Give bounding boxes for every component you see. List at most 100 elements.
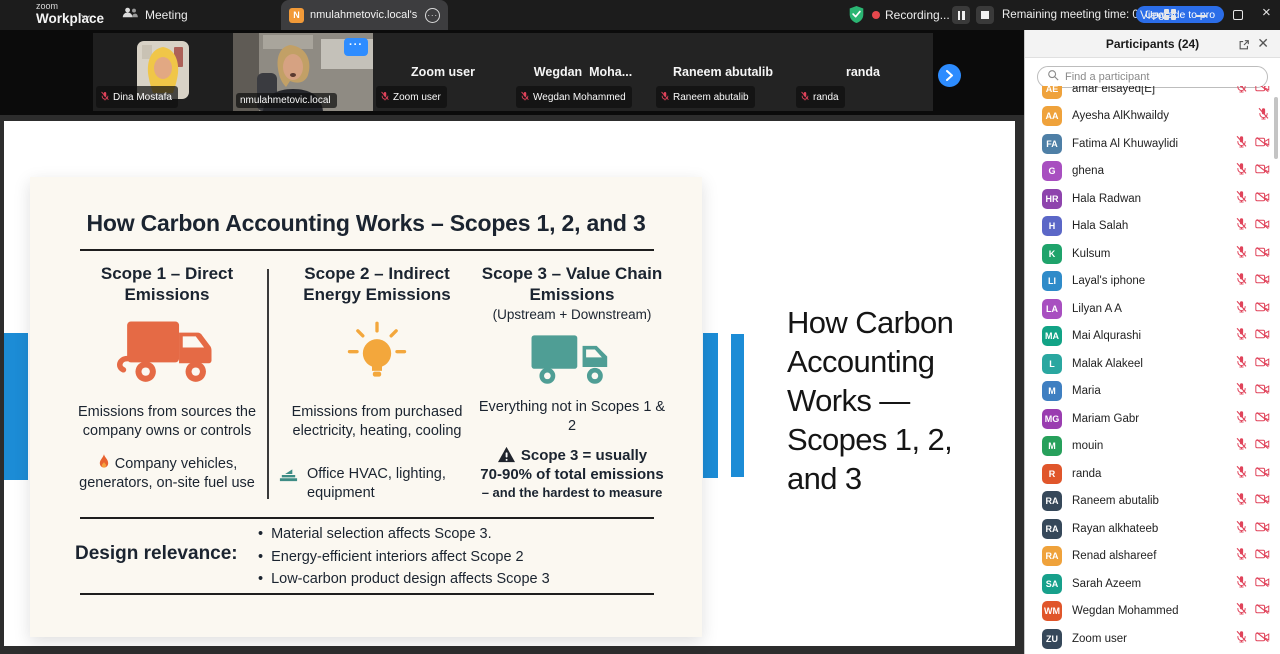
video-strip: Dina Mostafa ··· nmulahmetovic.local Zoo… [0, 30, 1024, 115]
slide-accent-bar [4, 333, 28, 480]
scrollbar-thumb[interactable] [1274, 97, 1278, 159]
participant-row[interactable]: R randa [1025, 460, 1280, 488]
video-off-icon [1255, 520, 1270, 538]
participant-status-icons [1226, 355, 1270, 373]
participants-panel: Participants (24) ✕ Find a participant A… [1024, 30, 1280, 654]
avatar: H [1042, 216, 1062, 236]
participant-name: Fatima Al Khuwaylidi [1072, 138, 1226, 150]
participant-name: Zoom user [1072, 633, 1226, 645]
scope1-bullet: Company vehicles, generators, on-site fu… [68, 453, 266, 493]
participant-name: Wegdan Mohammed [533, 92, 626, 103]
more-options-icon[interactable]: ··· [425, 8, 440, 23]
participant-row[interactable]: WM Wegdan Mohammed [1025, 598, 1280, 626]
participant-search-input[interactable]: Find a participant [1037, 66, 1268, 88]
zoom-workplace-logo: zoom Workplace [36, 2, 104, 26]
avatar: FA [1042, 134, 1062, 154]
mic-muted-icon [1235, 135, 1248, 153]
participant-name: Renad alshareef [1072, 550, 1226, 562]
avatar: M [1042, 381, 1062, 401]
people-icon [122, 6, 138, 24]
participant-row[interactable]: RA Rayan alkhateeb [1025, 515, 1280, 543]
participant-row[interactable]: LA Lilyan A A [1025, 295, 1280, 323]
share-initial-badge: N [289, 8, 304, 23]
design-bullet: Low-carbon product design affects Scope … [258, 568, 550, 591]
truck-icon [116, 311, 218, 397]
video-off-icon [1255, 245, 1270, 263]
participant-name: Sarah Azeem [1072, 578, 1226, 590]
video-tile-zoom-user[interactable]: Zoom user Zoom user [373, 33, 513, 111]
participant-row[interactable]: ZU Zoom user [1025, 625, 1280, 653]
close-window-button[interactable]: × [1262, 4, 1271, 21]
participant-status-icons [1226, 547, 1270, 565]
avatar: SA [1042, 574, 1062, 594]
participant-name: Layal's iphone [1072, 275, 1226, 287]
video-off-icon [1255, 382, 1270, 400]
tile-options-button[interactable]: ··· [344, 38, 368, 56]
mic-muted-icon [1235, 300, 1248, 318]
stop-recording-button[interactable] [976, 6, 994, 24]
participant-row[interactable]: L Malak Alakeel [1025, 350, 1280, 378]
participant-row[interactable]: K Kulsum [1025, 240, 1280, 268]
tab-shared-screen[interactable]: N nmulahmetovic.local's screen ··· [281, 0, 448, 30]
video-off-icon [1255, 300, 1270, 318]
scope3-subheading: (Upstream + Downstream) [493, 307, 652, 322]
slide-accent-bar [731, 334, 744, 477]
mic-muted-icon [1235, 355, 1248, 373]
participant-row[interactable]: AE amar elsayed[E] [1025, 86, 1280, 103]
video-tile-randa[interactable]: randa randa [793, 33, 933, 111]
participant-status-icons [1226, 190, 1270, 208]
mic-muted-icon [1235, 437, 1248, 455]
participant-row[interactable]: FA Fatima Al Khuwaylidi [1025, 130, 1280, 158]
mic-muted-icon [1235, 492, 1248, 510]
participant-row[interactable]: MG Mariam Gabr [1025, 405, 1280, 433]
scope3-heading: Scope 3 – Value Chain Emissions [474, 263, 670, 305]
search-placeholder: Find a participant [1065, 71, 1149, 83]
maximize-button[interactable] [1233, 10, 1243, 20]
video-tile-nmulahmetovic[interactable]: ··· nmulahmetovic.local [233, 33, 373, 111]
participant-row[interactable]: MA Mai Alqurashi [1025, 323, 1280, 351]
avatar: ZU [1042, 629, 1062, 649]
tile-name-label: Zoom user [376, 86, 447, 108]
participant-row[interactable]: H Hala Salah [1025, 213, 1280, 241]
minimize-button[interactable] [1196, 15, 1207, 17]
mic-muted-icon [1235, 465, 1248, 483]
mic-muted-icon [380, 88, 390, 106]
video-tile-dina[interactable]: Dina Mostafa [93, 33, 233, 111]
participant-row[interactable]: SA Sarah Azeem [1025, 570, 1280, 598]
pause-recording-button[interactable] [952, 6, 970, 24]
popout-icon[interactable] [1238, 38, 1250, 56]
next-participants-button[interactable] [938, 64, 961, 87]
view-button[interactable]: View [1140, 8, 1166, 22]
participant-row[interactable]: M Maria [1025, 378, 1280, 406]
participant-status-icons [1226, 520, 1270, 538]
mic-muted-icon [1235, 547, 1248, 565]
participant-row[interactable]: M mouin [1025, 433, 1280, 461]
search-icon [1047, 68, 1059, 86]
tab-meeting[interactable]: Meeting [112, 0, 198, 30]
design-relevance-label: Design relevance: [75, 543, 238, 565]
participant-row[interactable]: LI Layal's iphone [1025, 268, 1280, 296]
avatar: RA [1042, 491, 1062, 511]
video-tile-wegdan[interactable]: Wegdan Moha... Wegdan Mohammed [513, 33, 653, 111]
mic-muted-icon [660, 88, 670, 106]
lightbulb-icon [342, 313, 412, 397]
flame-icon [97, 456, 115, 472]
participant-row[interactable]: HR Hala Radwan [1025, 185, 1280, 213]
participant-name: Ayesha AlKhwaildy [1072, 110, 1226, 122]
view-layout-icon[interactable] [1164, 9, 1176, 20]
close-panel-icon[interactable]: ✕ [1257, 35, 1269, 52]
shared-screen-region: How Carbon Accounting Works — Scopes 1, … [0, 115, 1024, 654]
video-off-icon [1255, 437, 1270, 455]
participant-row[interactable]: AA Ayesha AlKhwaildy [1025, 103, 1280, 131]
participant-status-icons [1226, 327, 1270, 345]
participant-name: Kulsum [1072, 248, 1226, 260]
workplace-logo-text: Workplace [36, 12, 104, 26]
shield-check-icon[interactable] [848, 4, 865, 30]
participant-row[interactable]: RA Raneem abutalib [1025, 488, 1280, 516]
column-divider [267, 269, 269, 499]
video-tile-raneem[interactable]: Raneem abutalib Raneem abutalib [653, 33, 793, 111]
avatar: L [1042, 354, 1062, 374]
participant-row[interactable]: G ghena [1025, 158, 1280, 186]
participant-row[interactable]: RA Renad alshareef [1025, 543, 1280, 571]
design-relevance-list: Material selection affects Scope 3. Ener… [258, 523, 550, 591]
